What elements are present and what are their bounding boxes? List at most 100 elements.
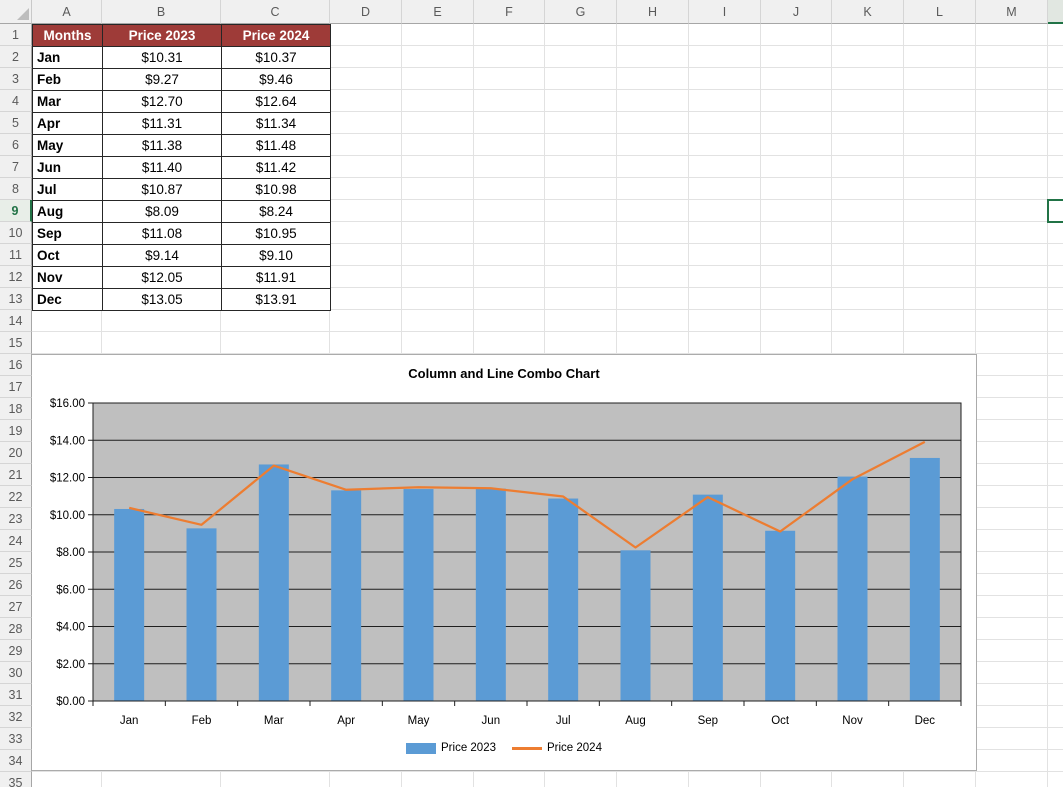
row-header-16[interactable]: 16 [0, 354, 32, 376]
cell-A4[interactable]: Mar [33, 91, 103, 113]
cell-B13[interactable]: $13.05 [103, 289, 222, 311]
cell-C13[interactable]: $13.91 [222, 289, 331, 311]
cell-B9[interactable]: $8.09 [103, 201, 222, 223]
column-header-H[interactable]: H [617, 0, 689, 24]
cell-A3[interactable]: Feb [33, 69, 103, 91]
cell-B3[interactable]: $9.27 [103, 69, 222, 91]
cell-A1[interactable]: Months [33, 25, 103, 47]
row-header-28[interactable]: 28 [0, 618, 32, 640]
row-header-29[interactable]: 29 [0, 640, 32, 662]
cell-C3[interactable]: $9.46 [222, 69, 331, 91]
row-header-4[interactable]: 4 [0, 90, 32, 112]
row-header-1[interactable]: 1 [0, 24, 32, 46]
cell-B5[interactable]: $11.31 [103, 113, 222, 135]
cell-C5[interactable]: $11.34 [222, 113, 331, 135]
row-header-12[interactable]: 12 [0, 266, 32, 288]
cell-A8[interactable]: Jul [33, 179, 103, 201]
cell-A11[interactable]: Oct [33, 245, 103, 267]
cell-B12[interactable]: $12.05 [103, 267, 222, 289]
cell-B11[interactable]: $9.14 [103, 245, 222, 267]
row-header-23[interactable]: 23 [0, 508, 32, 530]
active-cell-N9[interactable] [1047, 199, 1063, 223]
row-header-31[interactable]: 31 [0, 684, 32, 706]
column-header-L[interactable]: L [904, 0, 976, 24]
row-header-11[interactable]: 11 [0, 244, 32, 266]
row-header-10[interactable]: 10 [0, 222, 32, 244]
cell-A10[interactable]: Sep [33, 223, 103, 245]
cell-B6[interactable]: $11.38 [103, 135, 222, 157]
row-header-15[interactable]: 15 [0, 332, 32, 354]
column-header-A[interactable]: A [32, 0, 102, 24]
row-header-19[interactable]: 19 [0, 420, 32, 442]
row-header-9[interactable]: 9 [0, 200, 32, 222]
bar-may [404, 489, 434, 701]
table-row: Apr$11.31$11.34 [33, 113, 331, 135]
cell-B8[interactable]: $10.87 [103, 179, 222, 201]
column-header-F[interactable]: F [474, 0, 545, 24]
row-header-33[interactable]: 33 [0, 728, 32, 750]
cell-C7[interactable]: $11.42 [222, 157, 331, 179]
row-header-7[interactable]: 7 [0, 156, 32, 178]
row-header-22[interactable]: 22 [0, 486, 32, 508]
column-header-B[interactable]: B [102, 0, 221, 24]
select-all-button[interactable] [0, 0, 32, 24]
cell-A7[interactable]: Jun [33, 157, 103, 179]
column-header-I[interactable]: I [689, 0, 761, 24]
column-header-D[interactable]: D [330, 0, 402, 24]
row-header-18[interactable]: 18 [0, 398, 32, 420]
cell-A9[interactable]: Aug [33, 201, 103, 223]
y-axis-labels[interactable]: $0.00$2.00$4.00$6.00$8.00$10.00$12.00$14… [50, 398, 85, 708]
row-header-26[interactable]: 26 [0, 574, 32, 596]
cell-C10[interactable]: $10.95 [222, 223, 331, 245]
bar-sep [693, 495, 723, 701]
cell-B1[interactable]: Price 2023 [103, 25, 222, 47]
column-header-G[interactable]: G [545, 0, 617, 24]
row-header-30[interactable]: 30 [0, 662, 32, 684]
cell-A5[interactable]: Apr [33, 113, 103, 135]
cell-B10[interactable]: $11.08 [103, 223, 222, 245]
cell-C11[interactable]: $9.10 [222, 245, 331, 267]
column-header-N[interactable]: N [1048, 0, 1063, 24]
cell-C6[interactable]: $11.48 [222, 135, 331, 157]
row-header-13[interactable]: 13 [0, 288, 32, 310]
cell-A2[interactable]: Jan [33, 47, 103, 69]
y-axis-label: $8.00 [56, 547, 85, 559]
cell-B7[interactable]: $11.40 [103, 157, 222, 179]
row-header-2[interactable]: 2 [0, 46, 32, 68]
row-header-14[interactable]: 14 [0, 310, 32, 332]
column-header-K[interactable]: K [832, 0, 904, 24]
row-header-17[interactable]: 17 [0, 376, 32, 398]
row-header-21[interactable]: 21 [0, 464, 32, 486]
cell-A13[interactable]: Dec [33, 289, 103, 311]
combo-chart[interactable]: Column and Line Combo Chart $0.00$2.00$4… [31, 354, 977, 771]
row-header-25[interactable]: 25 [0, 552, 32, 574]
row-header-6[interactable]: 6 [0, 134, 32, 156]
column-header-E[interactable]: E [402, 0, 474, 24]
row-header-5[interactable]: 5 [0, 112, 32, 134]
cell-C8[interactable]: $10.98 [222, 179, 331, 201]
cell-B2[interactable]: $10.31 [103, 47, 222, 69]
row-header-24[interactable]: 24 [0, 530, 32, 552]
column-header-C[interactable]: C [221, 0, 330, 24]
cell-A12[interactable]: Nov [33, 267, 103, 289]
cell-A6[interactable]: May [33, 135, 103, 157]
table-row: Mar$12.70$12.64 [33, 91, 331, 113]
row-header-20[interactable]: 20 [0, 442, 32, 464]
cell-C9[interactable]: $8.24 [222, 201, 331, 223]
row-header-35[interactable]: 35 [0, 772, 32, 787]
cell-C1[interactable]: Price 2024 [222, 25, 331, 47]
cell-B4[interactable]: $12.70 [103, 91, 222, 113]
cell-C2[interactable]: $10.37 [222, 47, 331, 69]
chart-legend[interactable]: Price 2023 Price 2024 [32, 742, 976, 754]
row-header-27[interactable]: 27 [0, 596, 32, 618]
cell-C12[interactable]: $11.91 [222, 267, 331, 289]
x-axis-label: Sep [698, 715, 718, 727]
row-header-34[interactable]: 34 [0, 750, 32, 772]
row-header-3[interactable]: 3 [0, 68, 32, 90]
row-header-32[interactable]: 32 [0, 706, 32, 728]
x-axis-labels[interactable]: JanFebMarAprMayJunJulAugSepOctNovDec [120, 715, 935, 727]
column-header-J[interactable]: J [761, 0, 832, 24]
row-header-8[interactable]: 8 [0, 178, 32, 200]
column-header-M[interactable]: M [976, 0, 1048, 24]
cell-C4[interactable]: $12.64 [222, 91, 331, 113]
